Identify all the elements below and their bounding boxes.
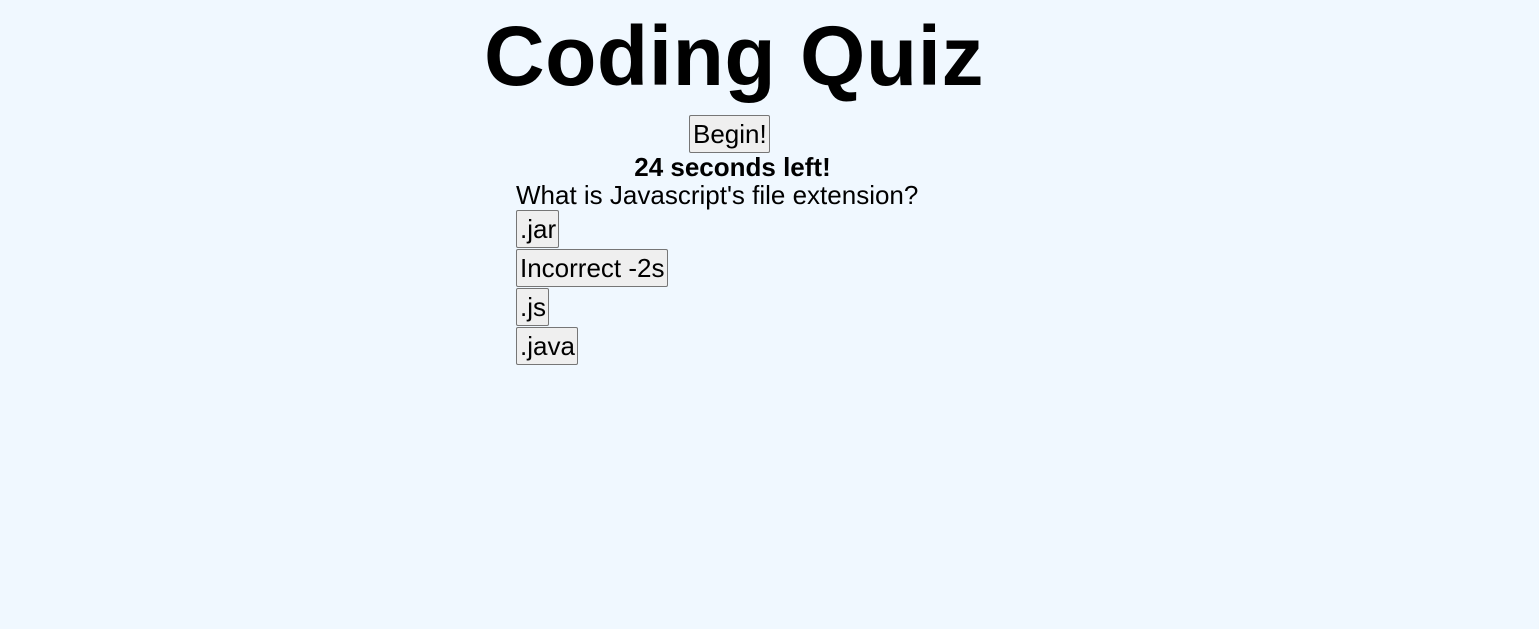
question-text: What is Javascript's file extension? bbox=[516, 180, 919, 210]
page-title: Coding Quiz bbox=[483, 9, 985, 103]
begin-button[interactable]: Begin! bbox=[689, 115, 770, 153]
quiz-page: Coding Quiz Begin! 24 seconds left! What… bbox=[0, 0, 1539, 629]
answer-choice-button[interactable]: .java bbox=[516, 327, 578, 365]
answer-choice-button[interactable]: .jar bbox=[516, 210, 560, 248]
answer-choice-button[interactable]: .js bbox=[516, 288, 549, 326]
answer-choice-button[interactable]: Incorrect -2s bbox=[516, 249, 668, 287]
